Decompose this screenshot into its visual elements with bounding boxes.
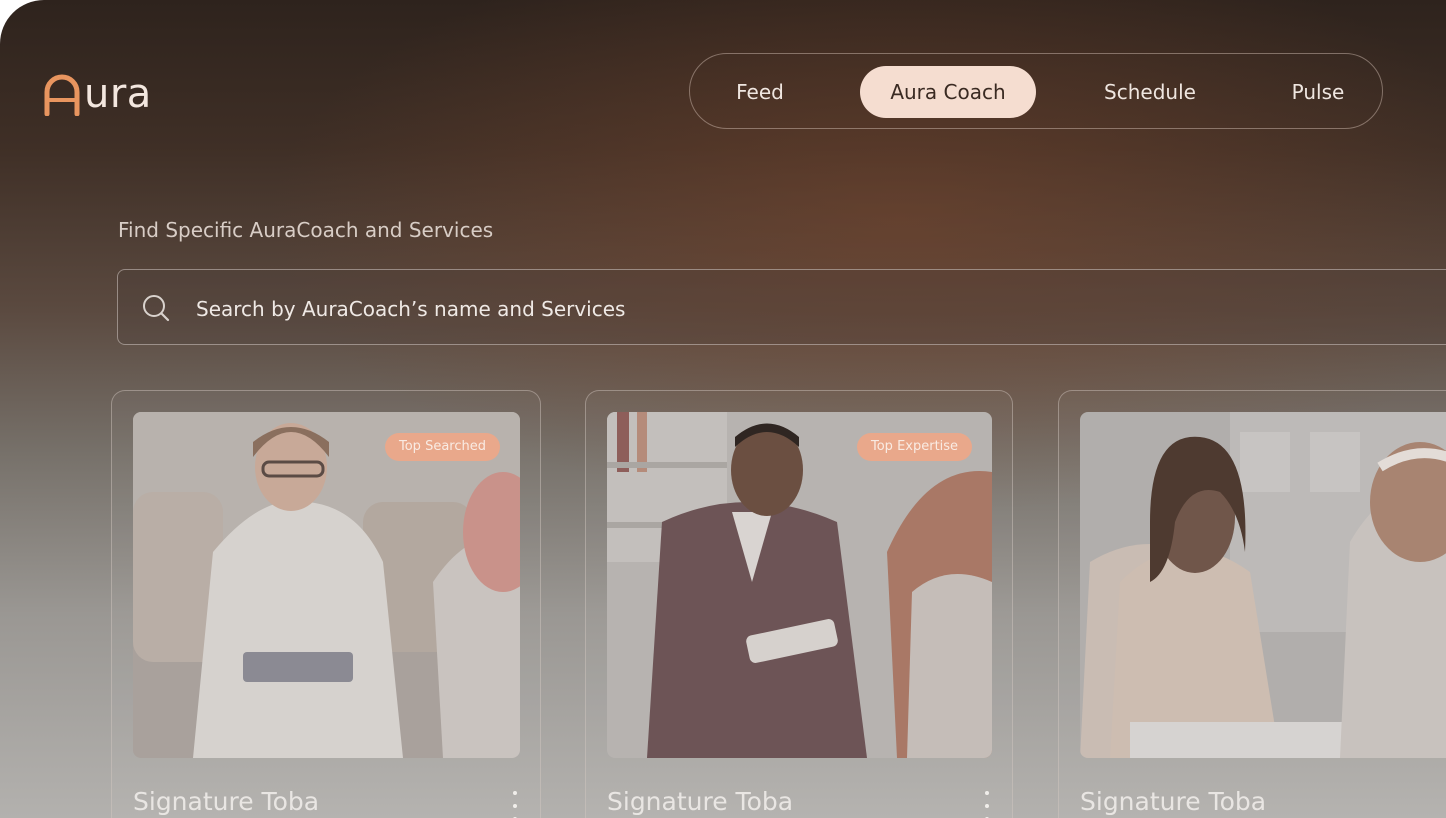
- aura-arch-logo-icon: [44, 74, 80, 116]
- coach-card[interactable]: Top Expertise Signature Toba: [585, 390, 1013, 818]
- main-nav: Feed Aura Coach Schedule Pulse: [689, 53, 1383, 129]
- kebab-icon[interactable]: [982, 791, 992, 818]
- search-section-label: Find Specific AuraCoach and Services: [118, 218, 494, 242]
- coach-name: Signature Toba: [607, 787, 794, 816]
- tab-pulse[interactable]: Pulse: [1272, 66, 1364, 118]
- coach-card[interactable]: Signature Toba: [1058, 390, 1446, 818]
- coach-photo-image: [1080, 412, 1446, 758]
- coach-photo[interactable]: [607, 412, 992, 758]
- tab-aura-coach[interactable]: Aura Coach: [860, 66, 1036, 118]
- app-frame: ura Feed Aura Coach Schedule Pulse Find …: [0, 0, 1446, 818]
- search-bar[interactable]: [117, 269, 1446, 345]
- tab-feed[interactable]: Feed: [712, 66, 808, 118]
- coach-photo-image: [133, 412, 520, 758]
- coach-photo[interactable]: [1080, 412, 1446, 758]
- status-badge: Top Expertise: [857, 433, 973, 461]
- coach-photo[interactable]: [133, 412, 520, 758]
- search-input[interactable]: [194, 288, 1098, 330]
- kebab-icon[interactable]: [510, 791, 520, 818]
- coach-name: Signature Toba: [1080, 787, 1267, 816]
- search-icon: [143, 295, 170, 322]
- coach-photo-image: [607, 412, 992, 758]
- brand-logo[interactable]: ura: [42, 64, 152, 124]
- brand-name: ura: [84, 71, 152, 117]
- coach-card[interactable]: Top Searched Signature Toba: [111, 390, 541, 818]
- coach-name: Signature Toba: [133, 787, 320, 816]
- status-badge: Top Searched: [385, 433, 500, 461]
- tab-schedule[interactable]: Schedule: [1086, 66, 1214, 118]
